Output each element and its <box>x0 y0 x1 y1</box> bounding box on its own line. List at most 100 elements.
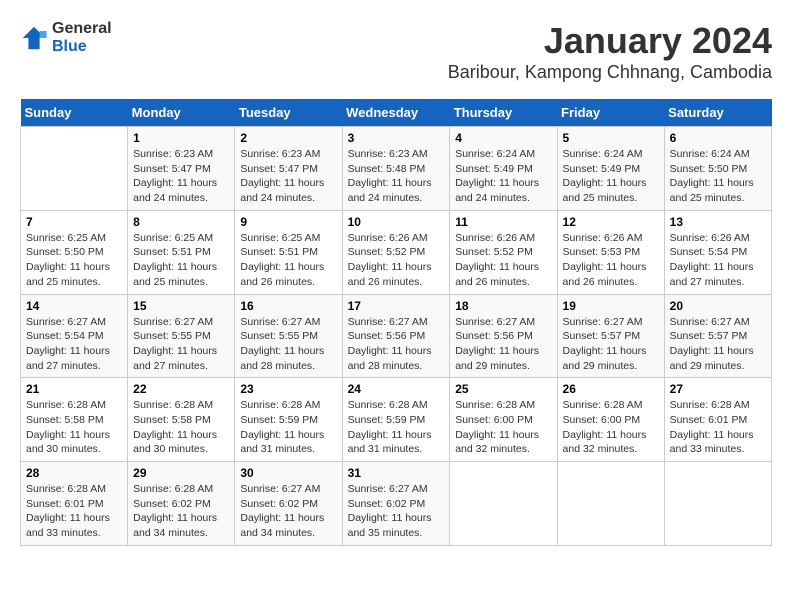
day-info: Sunrise: 6:24 AMSunset: 5:49 PMDaylight:… <box>455 147 551 206</box>
day-info: Sunrise: 6:24 AMSunset: 5:49 PMDaylight:… <box>563 147 659 206</box>
day-cell <box>664 462 771 546</box>
day-cell: 31Sunrise: 6:27 AMSunset: 6:02 PMDayligh… <box>342 462 450 546</box>
header-row: SundayMondayTuesdayWednesdayThursdayFrid… <box>21 99 772 127</box>
day-cell: 8Sunrise: 6:25 AMSunset: 5:51 PMDaylight… <box>128 210 235 294</box>
day-number: 7 <box>26 215 122 229</box>
day-cell <box>450 462 557 546</box>
day-cell: 11 Sunrise: 6:26 AMSunset: 5:52 PMDayligh… <box>450 210 557 294</box>
day-number: 19 <box>563 299 659 313</box>
day-number: 22 <box>133 382 229 396</box>
day-cell: 18 Sunrise: 6:27 AMSunset: 5:56 PMDayligh… <box>450 294 557 378</box>
day-info: Sunrise: 6:28 AMSunset: 6:00 PMDaylight:… <box>455 398 551 457</box>
day-number: 12 <box>563 215 659 229</box>
day-info: Sunrise: 6:26 AMSunset: 5:53 PMDaylight:… <box>563 231 659 290</box>
day-cell: 13 Sunrise: 6:26 AMSunset: 5:54 PMDayligh… <box>664 210 771 294</box>
day-cell: 27 Sunrise: 6:28 AMSunset: 6:01 PMDayligh… <box>664 378 771 462</box>
logo-text: General Blue <box>52 20 112 56</box>
day-number: 9 <box>240 215 336 229</box>
day-number: 5 <box>563 131 659 145</box>
day-info: Sunrise: 6:28 AMSunset: 6:02 PMDaylight:… <box>133 482 229 541</box>
day-info: Sunrise: 6:27 AMSunset: 5:56 PMDaylight:… <box>348 315 445 374</box>
day-info: Sunrise: 6:27 AMSunset: 5:54 PMDaylight:… <box>26 315 122 374</box>
main-title: January 2024 <box>448 20 772 62</box>
day-number: 2 <box>240 131 336 145</box>
day-cell: 24Sunrise: 6:28 AMSunset: 5:59 PMDayligh… <box>342 378 450 462</box>
day-number: 17 <box>348 299 445 313</box>
day-cell: 15 Sunrise: 6:27 AMSunset: 5:55 PMDayligh… <box>128 294 235 378</box>
day-number: 11 <box>455 215 551 229</box>
header-cell-sunday: Sunday <box>21 99 128 127</box>
day-number: 10 <box>348 215 445 229</box>
day-cell: 14Sunrise: 6:27 AMSunset: 5:54 PMDayligh… <box>21 294 128 378</box>
day-info: Sunrise: 6:24 AMSunset: 5:50 PMDaylight:… <box>670 147 766 206</box>
day-info: Sunrise: 6:27 AMSunset: 5:56 PMDaylight:… <box>455 315 551 374</box>
day-info: Sunrise: 6:27 AMSunset: 6:02 PMDaylight:… <box>348 482 445 541</box>
day-info: Sunrise: 6:27 AMSunset: 5:55 PMDaylight:… <box>240 315 336 374</box>
day-info: Sunrise: 6:23 AMSunset: 5:47 PMDaylight:… <box>240 147 336 206</box>
day-number: 16 <box>240 299 336 313</box>
day-cell: 25 Sunrise: 6:28 AMSunset: 6:00 PMDayligh… <box>450 378 557 462</box>
day-number: 3 <box>348 131 445 145</box>
day-number: 4 <box>455 131 551 145</box>
day-info: Sunrise: 6:28 AMSunset: 5:58 PMDaylight:… <box>133 398 229 457</box>
week-row-2: 7Sunrise: 6:25 AMSunset: 5:50 PMDaylight… <box>21 210 772 294</box>
day-info: Sunrise: 6:26 AMSunset: 5:54 PMDaylight:… <box>670 231 766 290</box>
day-number: 6 <box>670 131 766 145</box>
day-info: Sunrise: 6:25 AMSunset: 5:51 PMDaylight:… <box>240 231 336 290</box>
day-cell: 4 Sunrise: 6:24 AMSunset: 5:49 PMDaylight… <box>450 127 557 211</box>
day-info: Sunrise: 6:28 AMSunset: 6:01 PMDaylight:… <box>26 482 122 541</box>
header-cell-tuesday: Tuesday <box>235 99 342 127</box>
day-number: 20 <box>670 299 766 313</box>
calendar-table: SundayMondayTuesdayWednesdayThursdayFrid… <box>20 99 772 546</box>
week-row-5: 28 Sunrise: 6:28 AMSunset: 6:01 PMDayligh… <box>21 462 772 546</box>
day-number: 13 <box>670 215 766 229</box>
header-cell-friday: Friday <box>557 99 664 127</box>
day-number: 18 <box>455 299 551 313</box>
day-cell: 20 Sunrise: 6:27 AMSunset: 5:57 PMDayligh… <box>664 294 771 378</box>
day-cell: 6 Sunrise: 6:24 AMSunset: 5:50 PMDaylight… <box>664 127 771 211</box>
day-number: 29 <box>133 466 229 480</box>
logo-icon <box>20 24 48 52</box>
day-info: Sunrise: 6:23 AMSunset: 5:47 PMDaylight:… <box>133 147 229 206</box>
day-number: 21 <box>26 382 122 396</box>
day-number: 27 <box>670 382 766 396</box>
day-number: 8 <box>133 215 229 229</box>
day-cell: 9 Sunrise: 6:25 AMSunset: 5:51 PMDaylight… <box>235 210 342 294</box>
day-cell: 7Sunrise: 6:25 AMSunset: 5:50 PMDaylight… <box>21 210 128 294</box>
header-cell-wednesday: Wednesday <box>342 99 450 127</box>
day-cell: 12 Sunrise: 6:26 AMSunset: 5:53 PMDayligh… <box>557 210 664 294</box>
day-cell: 1 Sunrise: 6:23 AMSunset: 5:47 PMDaylight… <box>128 127 235 211</box>
day-number: 24 <box>348 382 445 396</box>
day-info: Sunrise: 6:27 AMSunset: 6:02 PMDaylight:… <box>240 482 336 541</box>
day-info: Sunrise: 6:28 AMSunset: 6:01 PMDaylight:… <box>670 398 766 457</box>
day-info: Sunrise: 6:28 AMSunset: 6:00 PMDaylight:… <box>563 398 659 457</box>
day-info: Sunrise: 6:26 AMSunset: 5:52 PMDaylight:… <box>455 231 551 290</box>
day-info: Sunrise: 6:28 AMSunset: 5:58 PMDaylight:… <box>26 398 122 457</box>
header-cell-saturday: Saturday <box>664 99 771 127</box>
title-section: January 2024 Baribour, Kampong Chhnang, … <box>448 20 772 83</box>
header: General Blue January 2024 Baribour, Kamp… <box>20 20 772 83</box>
day-cell: 19Sunrise: 6:27 AMSunset: 5:57 PMDayligh… <box>557 294 664 378</box>
day-cell: 26 Sunrise: 6:28 AMSunset: 6:00 PMDayligh… <box>557 378 664 462</box>
day-cell: 17 Sunrise: 6:27 AMSunset: 5:56 PMDayligh… <box>342 294 450 378</box>
day-cell: 10Sunrise: 6:26 AMSunset: 5:52 PMDayligh… <box>342 210 450 294</box>
day-number: 1 <box>133 131 229 145</box>
header-cell-thursday: Thursday <box>450 99 557 127</box>
week-row-4: 21 Sunrise: 6:28 AMSunset: 5:58 PMDayligh… <box>21 378 772 462</box>
day-cell: 29 Sunrise: 6:28 AMSunset: 6:02 PMDayligh… <box>128 462 235 546</box>
subtitle: Baribour, Kampong Chhnang, Cambodia <box>448 62 772 83</box>
day-number: 15 <box>133 299 229 313</box>
week-row-3: 14Sunrise: 6:27 AMSunset: 5:54 PMDayligh… <box>21 294 772 378</box>
day-info: Sunrise: 6:27 AMSunset: 5:57 PMDaylight:… <box>670 315 766 374</box>
day-cell <box>557 462 664 546</box>
day-number: 28 <box>26 466 122 480</box>
day-cell: 30Sunrise: 6:27 AMSunset: 6:02 PMDayligh… <box>235 462 342 546</box>
week-row-1: 1 Sunrise: 6:23 AMSunset: 5:47 PMDaylight… <box>21 127 772 211</box>
day-number: 26 <box>563 382 659 396</box>
day-cell <box>21 127 128 211</box>
header-cell-monday: Monday <box>128 99 235 127</box>
day-info: Sunrise: 6:27 AMSunset: 5:55 PMDaylight:… <box>133 315 229 374</box>
day-number: 25 <box>455 382 551 396</box>
day-cell: 16 Sunrise: 6:27 AMSunset: 5:55 PMDayligh… <box>235 294 342 378</box>
day-number: 23 <box>240 382 336 396</box>
